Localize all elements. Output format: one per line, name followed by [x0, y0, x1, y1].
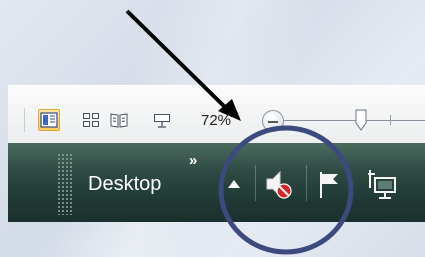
normal-view-button[interactable]: [38, 109, 60, 131]
flag-icon[interactable]: [316, 168, 346, 202]
tray-separator: [255, 165, 256, 201]
reading-view-button[interactable]: [108, 109, 130, 131]
normal-view-icon: [40, 112, 58, 128]
show-hidden-icons-arrow[interactable]: [228, 180, 240, 188]
slide-sorter-icon: [83, 113, 99, 127]
volume-muted-icon[interactable]: [264, 168, 294, 202]
reading-view-icon: [110, 113, 128, 128]
zoom-out-button[interactable]: [262, 110, 284, 132]
status-bar-divider: [24, 108, 25, 132]
network-computer-icon[interactable]: [365, 168, 399, 204]
toolbar-grip-handle[interactable]: [57, 153, 73, 215]
slide-sorter-view-button[interactable]: [80, 109, 102, 131]
tray-separator: [306, 165, 307, 201]
toolbar-overflow-chevron[interactable]: »: [189, 152, 197, 169]
desktop-toolbar-label[interactable]: Desktop: [88, 173, 161, 196]
zoom-level-label[interactable]: 72%: [201, 112, 231, 129]
slide-show-view-button[interactable]: [151, 109, 173, 131]
zoom-slider-tick: [390, 115, 391, 125]
zoom-slider-thumb[interactable]: [355, 109, 367, 131]
slide-show-icon: [154, 114, 170, 128]
